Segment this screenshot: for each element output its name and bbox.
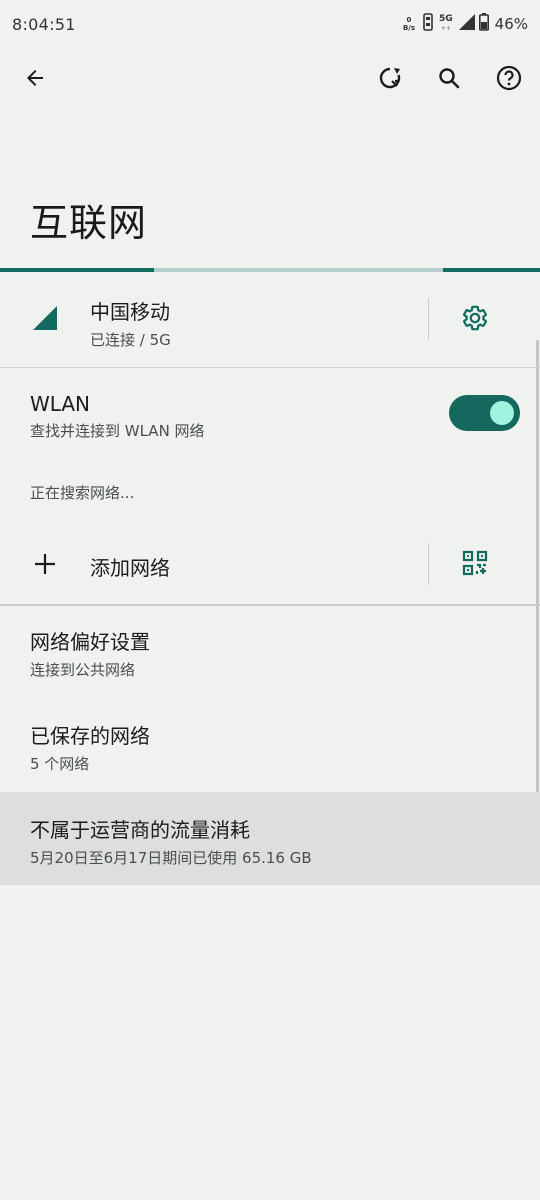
page-title: 互联网 [30,201,148,245]
data-usage-subtitle: 5月20日至6月17日期间已使用 65.16 GB [30,849,312,867]
data-usage-row[interactable]: 不属于运营商的流量消耗 5月20日至6月17日期间已使用 65.16 GB [0,792,540,885]
net-speed-value: 0 [406,16,412,24]
net-speed-unit: B/s [402,24,415,32]
carrier-name: 中国移动 [90,300,170,324]
carrier-divider [428,298,429,340]
search-button[interactable] [429,60,469,100]
back-button[interactable] [15,60,55,100]
vibrate-icon [423,13,433,35]
arrow-back-icon [23,66,47,94]
gear-icon [461,304,489,336]
wlan-subtitle: 查找并连接到 WLAN 网络 [30,422,205,440]
carrier-settings-button[interactable] [455,300,495,340]
saved-networks-title: 已保存的网络 [30,724,150,748]
wlan-title: WLAN [30,392,91,416]
saved-networks-subtitle: 5 个网络 [30,755,90,773]
network-type: 5G ++ [439,15,453,33]
qr-scan-button[interactable] [455,545,495,585]
signal-icon [33,306,57,334]
status-time: 8:04:51 [12,15,76,34]
saved-networks-row[interactable]: 已保存的网络 5 个网络 [0,700,540,790]
help-button[interactable] [489,60,529,100]
net-speed: 0 B/s [403,16,415,32]
status-icons: 0 B/s 5G ++ 46% [403,13,528,35]
refresh-button[interactable] [370,60,410,100]
refresh-icon [377,65,403,95]
battery-icon [478,13,489,35]
add-network-divider [428,543,429,585]
qr-code-icon [462,550,488,580]
add-network-label: 添加网络 [90,556,170,580]
plus-icon [33,552,57,580]
searching-text: 正在搜索网络... [30,484,135,502]
data-usage-title: 不属于运营商的流量消耗 [30,818,250,842]
network-preferences-title: 网络偏好设置 [30,630,150,654]
wlan-toggle[interactable] [449,395,520,431]
battery-percent: 46% [494,15,528,33]
search-icon [437,66,461,94]
status-bar: 8:04:51 0 B/s 5G ++ 46% [0,0,540,50]
toolbar [0,50,540,110]
wlan-toggle-knob [490,401,514,425]
cell-signal-icon [458,14,475,34]
network-type-sub: ++ [440,25,451,32]
carrier-status: 已连接 / 5G [90,331,171,349]
network-preferences-subtitle: 连接到公共网络 [30,661,136,679]
help-icon [496,65,522,95]
network-type-label: 5G [439,14,453,24]
network-preferences-row[interactable]: 网络偏好设置 连接到公共网络 [0,606,540,696]
